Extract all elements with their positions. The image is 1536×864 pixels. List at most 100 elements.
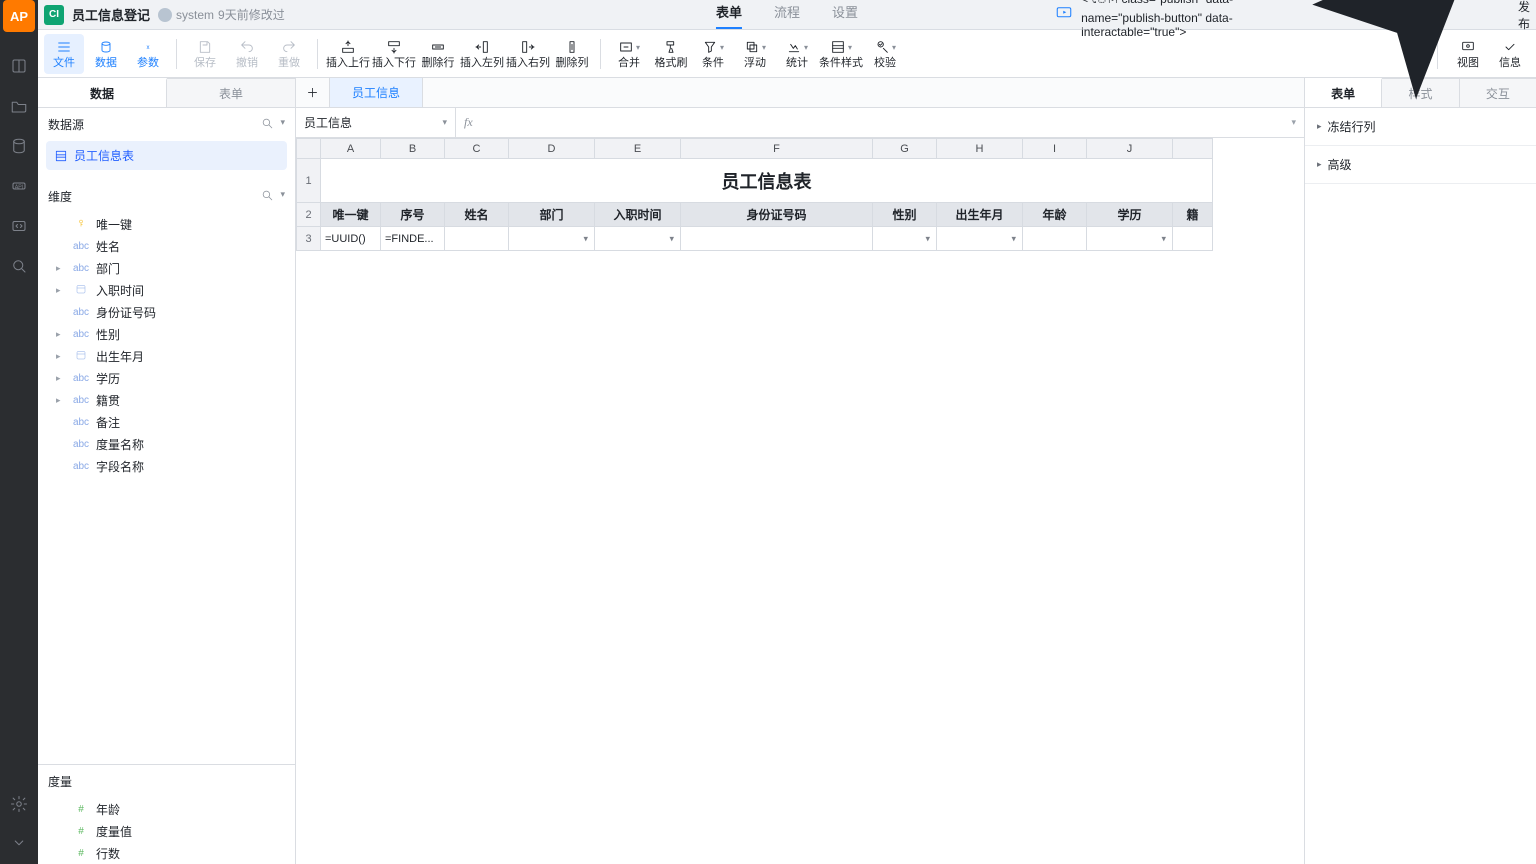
panel-tab-form[interactable]: 表单 xyxy=(167,78,295,107)
insert-row-above-button[interactable]: 插入上行 xyxy=(326,34,370,74)
column-header-cell[interactable]: 部门 xyxy=(509,203,595,227)
data-cell[interactable] xyxy=(509,227,595,251)
rail-guide-icon[interactable] xyxy=(0,46,38,86)
data-button[interactable]: 数据 xyxy=(86,34,126,74)
tab-flow[interactable]: 流程 xyxy=(774,2,800,29)
rail-database-icon[interactable] xyxy=(0,126,38,166)
row-header[interactable]: 1 xyxy=(297,159,321,203)
column-header-cell[interactable]: 姓名 xyxy=(445,203,509,227)
col-header[interactable]: F xyxy=(681,139,873,159)
save-button[interactable]: 保存 xyxy=(185,34,225,74)
rail-search-icon[interactable] xyxy=(0,246,38,286)
col-header[interactable]: E xyxy=(595,139,681,159)
param-button[interactable]: < rect class="stroke" x="5" y="5" width=… xyxy=(128,34,168,74)
column-header-cell[interactable]: 入职时间 xyxy=(595,203,681,227)
tab-form[interactable]: 表单 xyxy=(716,2,742,29)
field-type-icon: abc xyxy=(72,439,90,450)
measure-item[interactable]: #年龄 xyxy=(44,798,289,820)
data-cell[interactable] xyxy=(873,227,937,251)
datasource-item[interactable]: 员工信息表 xyxy=(46,141,287,170)
col-header[interactable]: C xyxy=(445,139,509,159)
column-header-cell[interactable]: 性别 xyxy=(873,203,937,227)
data-cell[interactable] xyxy=(1023,227,1087,251)
dimension-item[interactable]: ▸abc备注 xyxy=(44,411,289,433)
col-header[interactable]: B xyxy=(381,139,445,159)
col-header[interactable]: J xyxy=(1087,139,1173,159)
undo-button[interactable]: 撤销 xyxy=(227,34,267,74)
column-header-cell[interactable]: 学历 xyxy=(1087,203,1173,227)
data-cell[interactable] xyxy=(1173,227,1213,251)
name-box[interactable]: 员工信息 ▾ xyxy=(296,108,456,137)
measure-item[interactable]: #度量值 xyxy=(44,820,289,842)
file-button[interactable]: 文件 xyxy=(44,34,84,74)
dimension-item[interactable]: ▸唯一键 xyxy=(44,213,289,235)
col-header[interactable]: I xyxy=(1023,139,1087,159)
rail-api-icon[interactable]: API xyxy=(0,166,38,206)
dimension-item[interactable]: ▸abc性别 xyxy=(44,323,289,345)
redo-button[interactable]: 重做 xyxy=(269,34,309,74)
merge-button[interactable]: ▾合并 xyxy=(609,34,649,74)
measure-item[interactable]: #行数 xyxy=(44,842,289,864)
cond-style-button[interactable]: ▾条件样式 xyxy=(819,34,863,74)
data-cell[interactable] xyxy=(937,227,1023,251)
app-logo[interactable]: AP xyxy=(3,0,35,32)
sheet-title-cell[interactable]: 员工信息表 xyxy=(321,159,1213,203)
field-type-icon: abc xyxy=(72,461,90,472)
rail-folder-icon[interactable] xyxy=(0,86,38,126)
dimension-item[interactable]: ▸abc姓名 xyxy=(44,235,289,257)
rail-code-icon[interactable] xyxy=(0,206,38,246)
col-header[interactable]: G xyxy=(873,139,937,159)
dimension-item[interactable]: ▸abc度量名称 xyxy=(44,433,289,455)
col-header[interactable]: H xyxy=(937,139,1023,159)
data-cell[interactable]: =UUID() xyxy=(321,227,381,251)
panel-tab-data[interactable]: 数据 xyxy=(38,78,167,107)
column-header-cell[interactable]: 籍 xyxy=(1173,203,1213,227)
search-icon[interactable] xyxy=(261,189,274,205)
row-header[interactable]: 3 xyxy=(297,227,321,251)
preview-icon[interactable] xyxy=(1055,4,1073,25)
insert-col-left-button[interactable]: 插入左列 xyxy=(460,34,504,74)
data-cell[interactable]: =FINDE... xyxy=(381,227,445,251)
float-button[interactable]: ▾浮动 xyxy=(735,34,775,74)
rail-collapse-icon[interactable] xyxy=(0,824,38,864)
data-cell[interactable] xyxy=(445,227,509,251)
chevron-down-icon[interactable]: ▾ xyxy=(280,117,285,133)
sheet-tab[interactable]: 员工信息 xyxy=(330,78,423,107)
accordion-advanced[interactable]: ▸高级 xyxy=(1305,146,1536,184)
dimension-item[interactable]: ▸abc部门 xyxy=(44,257,289,279)
delete-col-button[interactable]: 删除列 xyxy=(552,34,592,74)
dimension-item[interactable]: ▸abc字段名称 xyxy=(44,455,289,477)
dimension-item[interactable]: ▸abc籍贯 xyxy=(44,389,289,411)
search-icon[interactable] xyxy=(261,117,274,133)
column-header-cell[interactable]: 出生年月 xyxy=(937,203,1023,227)
stat-button[interactable]: ▾统计 xyxy=(777,34,817,74)
insert-col-right-button[interactable]: 插入右列 xyxy=(506,34,550,74)
data-cell[interactable] xyxy=(595,227,681,251)
tab-settings[interactable]: 设置 xyxy=(832,2,858,29)
dimension-item[interactable]: ▸abc身份证号码 xyxy=(44,301,289,323)
column-header-cell[interactable]: 唯一键 xyxy=(321,203,381,227)
verify-button[interactable]: ▾校验 xyxy=(865,34,905,74)
row-header[interactable]: 2 xyxy=(297,203,321,227)
col-header[interactable]: A xyxy=(321,139,381,159)
data-cell[interactable] xyxy=(681,227,873,251)
dimension-item[interactable]: ▸出生年月 xyxy=(44,345,289,367)
condition-button[interactable]: ▾条件 xyxy=(693,34,733,74)
data-cell[interactable] xyxy=(1087,227,1173,251)
format-painter-button[interactable]: 格式刷 xyxy=(651,34,691,74)
delete-row-button[interactable]: 删除行 xyxy=(418,34,458,74)
dimension-item[interactable]: ▸abc学历 xyxy=(44,367,289,389)
meta-user: system xyxy=(176,8,214,22)
add-sheet-button[interactable]: ＋ xyxy=(296,78,330,107)
dimension-item[interactable]: ▸入职时间 xyxy=(44,279,289,301)
section-datasource-label: 数据源 xyxy=(48,116,84,133)
insert-row-below-button[interactable]: 插入下行 xyxy=(372,34,416,74)
column-header-cell[interactable]: 序号 xyxy=(381,203,445,227)
col-header[interactable] xyxy=(1173,139,1213,159)
column-header-cell[interactable]: 年龄 xyxy=(1023,203,1087,227)
column-header-cell[interactable]: 身份证号码 xyxy=(681,203,873,227)
spreadsheet-grid[interactable]: ABCDEFGHIJ 1员工信息表2唯一键序号姓名部门入职时间身份证号码性别出生年… xyxy=(296,138,1304,864)
col-header[interactable]: D xyxy=(509,139,595,159)
chevron-down-icon[interactable]: ▾ xyxy=(280,189,285,205)
rail-settings-icon[interactable] xyxy=(0,784,38,824)
